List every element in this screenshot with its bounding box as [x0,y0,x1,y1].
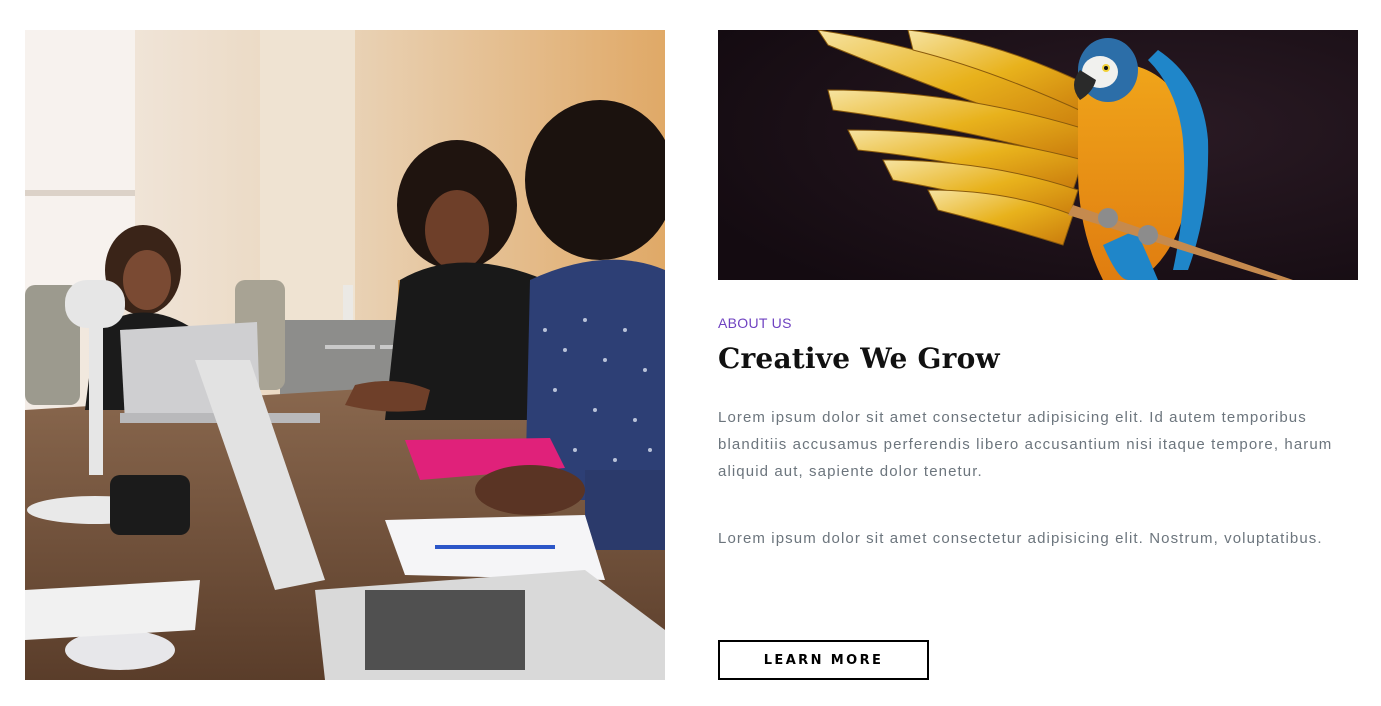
about-paragraph-1: Lorem ipsum dolor sit amet consectetur a… [718,409,1333,480]
parrot-banner-photo [718,30,1358,280]
meeting-photo [25,30,665,680]
section-title: Creative We Grow [718,342,1000,375]
about-content: ABOUT US Creative We Grow Lorem ipsum do… [718,314,1338,547]
learn-more-button[interactable]: LEARN MORE [718,640,929,680]
about-section: ABOUT US Creative We Grow Lorem ipsum do… [0,0,1381,706]
about-eyebrow: ABOUT US [718,315,792,331]
about-paragraph-2: Lorem ipsum dolor sit amet consectetur a… [718,530,1323,547]
